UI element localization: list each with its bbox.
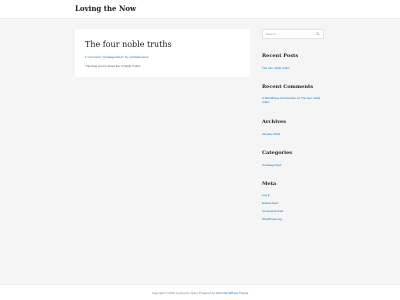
meta-wordpress-link[interactable]: WordPress.org bbox=[262, 217, 282, 221]
archive-link[interactable]: January 2021 bbox=[262, 132, 280, 136]
post-category-link[interactable]: Uncategorized bbox=[103, 55, 122, 59]
post-title[interactable]: The four noble truths bbox=[85, 40, 172, 49]
meta-comments-feed-link[interactable]: Comments feed bbox=[262, 209, 283, 213]
footer-text: Copyright © 2022 Loving the Now | Powere… bbox=[0, 291, 400, 295]
site-footer: Copyright © 2022 Loving the Now | Powere… bbox=[0, 284, 400, 300]
search-icon[interactable] bbox=[316, 32, 320, 36]
recent-comment-item[interactable]: A WordPress Commenter on The four noble … bbox=[262, 96, 326, 104]
search-placeholder: Search … bbox=[266, 32, 280, 36]
site-header: Loving the Now bbox=[0, 0, 400, 19]
post-meta: 1 Comment / Uncategorized / By michellem… bbox=[85, 55, 149, 59]
footer-theme-link[interactable]: Astra WordPress Theme bbox=[216, 291, 249, 295]
meta-entries-feed-link[interactable]: Entries feed bbox=[262, 201, 278, 205]
archives-title: Archives bbox=[262, 119, 286, 125]
recent-post-link[interactable]: The four noble truths bbox=[262, 66, 290, 70]
post-author-link[interactable]: michellemazur bbox=[129, 55, 148, 59]
category-link[interactable]: Uncategorized bbox=[262, 163, 281, 167]
post-card: The four noble truths 1 Comment / Uncate… bbox=[75, 29, 250, 77]
meta-login-link[interactable]: Log in bbox=[262, 193, 270, 197]
categories-title: Categories bbox=[262, 150, 293, 156]
recent-posts-title: Recent Posts bbox=[262, 53, 299, 59]
search-input[interactable]: Search … bbox=[262, 29, 324, 39]
post-excerpt: This blog post is about the 4 Noble Trut… bbox=[85, 64, 141, 68]
footer-copyright: Copyright © 2022 Loving the Now | Powere… bbox=[151, 291, 216, 295]
meta-title: Meta bbox=[262, 181, 277, 187]
post-comments-link[interactable]: 1 Comment bbox=[85, 55, 101, 59]
site-title[interactable]: Loving the Now bbox=[75, 4, 136, 13]
recent-comments-title: Recent Comments bbox=[262, 84, 314, 90]
